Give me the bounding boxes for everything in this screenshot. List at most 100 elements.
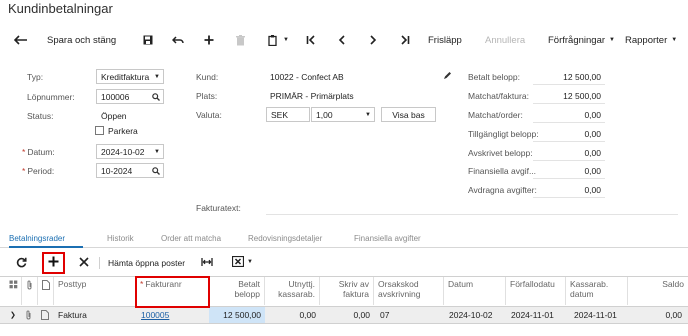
currency-code-field[interactable]: SEK <box>266 107 310 122</box>
header-writeoff-2: faktura <box>343 288 369 299</box>
summary-label: Tillgängligt belopp: <box>468 129 539 139</box>
status-label: Status: <box>27 111 54 121</box>
cell-amount-paid[interactable]: 12 500,00 <box>209 310 261 320</box>
cell-cash-discount-date[interactable]: 2024-11-01 <box>574 310 617 320</box>
tab-finance-charges[interactable]: Finansiella avgifter <box>354 234 421 243</box>
cell-due-date[interactable]: 2024-11-01 <box>511 310 554 320</box>
summary-value: 0,00 <box>584 129 601 139</box>
header-due-date[interactable]: Förfallodatu <box>506 277 566 305</box>
row-note-icon[interactable] <box>41 310 49 320</box>
chevron-down-icon: ▼ <box>247 258 253 265</box>
header-balance[interactable]: Saldo <box>628 277 688 305</box>
period-value: 10-2024 <box>101 166 133 176</box>
undo-icon[interactable] <box>172 32 184 48</box>
note-icon <box>42 280 50 290</box>
header-cash-discount-date[interactable]: Kassarab. datum <box>566 277 628 305</box>
main-toolbar: Spara och stäng ▼ Frisläpp Annullera För… <box>0 24 688 56</box>
next-record-icon[interactable] <box>369 32 377 48</box>
first-record-icon[interactable] <box>306 32 316 48</box>
add-icon[interactable] <box>204 32 214 48</box>
hold-checkbox[interactable] <box>95 126 104 135</box>
header-cash-discount[interactable]: Utnyttj. kassarab. <box>265 277 320 305</box>
export-excel-menu[interactable]: ▼ <box>232 256 253 267</box>
chevron-down-icon: ▼ <box>609 37 615 43</box>
header-writeoff-1: Skriv av <box>338 279 369 289</box>
location-value[interactable]: PRIMÄR - Primärplats <box>270 91 354 101</box>
tab-accounting-details[interactable]: Redovisningsdetaljer <box>248 234 322 243</box>
cell-ref-nbr-link[interactable]: 100005 <box>141 310 169 320</box>
payment-form: Typ: Kreditfaktura ▼ Löpnummer: 100006 S… <box>0 58 688 224</box>
cancel-button[interactable]: Annullera <box>485 32 525 48</box>
tab-payment-lines[interactable]: Betalningsrader <box>9 234 65 243</box>
header-amount-paid-1: Betalt <box>238 279 260 289</box>
back-arrow-icon[interactable] <box>14 32 28 48</box>
row-paperclip-icon[interactable] <box>25 310 32 320</box>
search-icon <box>152 167 160 175</box>
summary-label: Betalt belopp: <box>468 72 520 82</box>
currency-code-value: SEK <box>271 110 289 120</box>
type-select[interactable]: Kreditfaktura ▼ <box>96 69 164 84</box>
toolbar-divider <box>99 257 100 269</box>
grid-icon <box>9 280 18 289</box>
release-button[interactable]: Frisläpp <box>428 32 462 48</box>
date-label-text: Datum: <box>27 147 55 157</box>
currency-rate-value: 1,00 <box>316 110 333 120</box>
date-field[interactable]: 2024-10-02 ▼ <box>96 144 164 159</box>
header-amount-paid[interactable]: Betalt belopp <box>209 277 265 305</box>
tab-orders-to-match[interactable]: Order att matcha <box>161 234 221 243</box>
cell-cash-discount[interactable]: 0,00 <box>265 310 316 320</box>
save-close-button[interactable]: Spara och stäng <box>47 32 116 48</box>
fit-columns-icon[interactable] <box>201 257 213 267</box>
header-date[interactable]: Datum <box>444 277 506 305</box>
copy-paste-icon[interactable]: ▼ <box>268 32 289 48</box>
summary-label: Matchat/faktura: <box>468 91 529 101</box>
delete-icon[interactable] <box>236 32 245 48</box>
header-reason-code[interactable]: Orsakskod avskrivning <box>374 277 444 305</box>
refresh-icon[interactable] <box>16 257 27 268</box>
customer-value[interactable]: 10022 - Confect AB <box>270 72 344 82</box>
cell-reason-code[interactable]: 07 <box>380 310 389 320</box>
files-header <box>22 277 38 305</box>
load-open-documents-button[interactable]: Hämta öppna poster <box>108 258 185 268</box>
cell-writeoff[interactable]: 0,00 <box>320 310 370 320</box>
inquiries-menu[interactable]: Förfrågningar ▼ <box>548 32 615 48</box>
last-record-icon[interactable] <box>400 32 410 48</box>
row-selector-chevron-icon[interactable]: ❯ <box>10 311 16 319</box>
number-field[interactable]: 100006 <box>96 89 164 104</box>
period-label-text: Period: <box>27 166 55 176</box>
header-cash-discount-1: Utnyttj. <box>288 279 315 289</box>
summary-label: Avskrivet belopp: <box>468 148 533 158</box>
cell-balance[interactable]: 0,00 <box>628 310 682 320</box>
header-doc-type[interactable]: Posttyp <box>54 277 136 305</box>
inquiries-label: Förfrågningar <box>548 34 606 46</box>
chevron-down-icon: ▼ <box>365 112 371 118</box>
tab-history[interactable]: Historik <box>107 234 134 243</box>
attachment-header <box>0 277 22 305</box>
header-writeoff[interactable]: Skriv av faktura <box>320 277 374 305</box>
chevron-down-icon: ▼ <box>154 149 160 155</box>
header-cash-discount-date-2: datum <box>570 288 594 299</box>
reports-menu[interactable]: Rapporter ▼ <box>625 32 677 48</box>
reports-label: Rapporter <box>625 34 668 46</box>
cell-date[interactable]: 2024-10-02 <box>449 310 492 320</box>
summary-label: Matchat/order: <box>468 110 523 120</box>
date-value: 2024-10-02 <box>101 147 145 157</box>
date-label: * Datum: <box>22 147 55 157</box>
save-icon[interactable] <box>143 32 153 48</box>
period-field[interactable]: 10-2024 <box>96 163 164 178</box>
show-base-button[interactable]: Visa bas <box>381 107 436 122</box>
hold-label: Parkera <box>108 126 138 136</box>
currency-label: Valuta: <box>196 110 222 120</box>
invoice-text-field[interactable] <box>266 214 678 215</box>
delete-row-icon[interactable] <box>79 257 89 267</box>
summary-label: Finansiella avgif... <box>468 166 537 176</box>
grid-toolbar: Hämta öppna poster ▼ <box>0 250 688 276</box>
notes-header <box>38 277 54 305</box>
highlight-ref-nbr-column <box>135 276 210 308</box>
table-row[interactable]: ❯ Faktura 100005 12 500,00 0,00 0,00 07 … <box>0 306 688 324</box>
currency-rate-select[interactable]: 1,00 ▼ <box>311 107 375 122</box>
edit-pencil-icon[interactable] <box>443 71 452 80</box>
cell-doc-type[interactable]: Faktura <box>58 310 87 320</box>
payment-lines-grid: Posttyp * Fakturanr Betalt belopp Utnyttj.… <box>0 276 688 336</box>
previous-record-icon[interactable] <box>338 32 346 48</box>
